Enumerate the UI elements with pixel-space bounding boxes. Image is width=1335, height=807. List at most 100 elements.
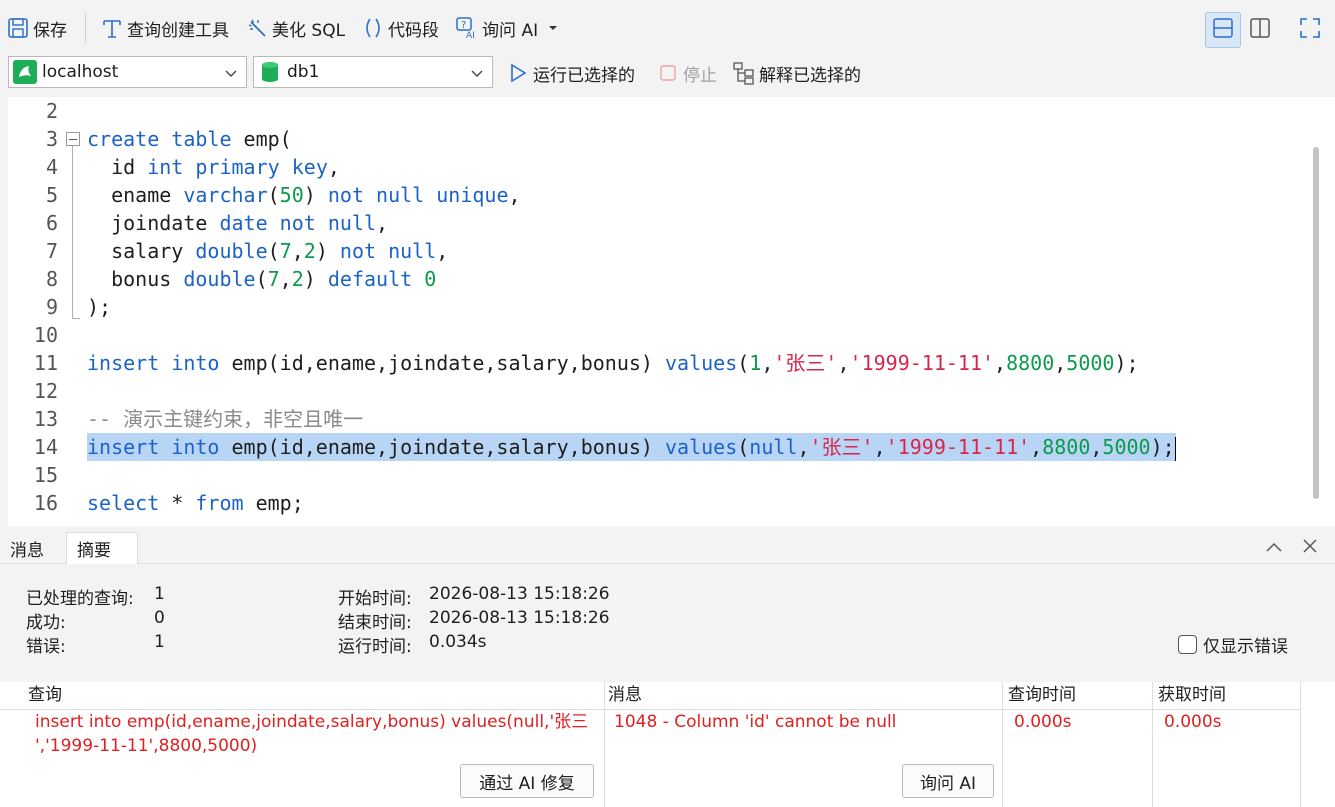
tab-summary-label: 摘要 [77, 541, 111, 561]
fix-with-ai-button[interactable]: 通过 AI 修复 [460, 764, 594, 798]
parentheses-icon [361, 16, 385, 40]
column-header-query-time[interactable]: 查询时间 [980, 682, 1076, 709]
query-builder-icon [100, 16, 124, 40]
code-text: select * from emp; [87, 491, 304, 515]
code-line[interactable]: 16 select * from emp; [8, 489, 1303, 517]
line-number: 6 [45, 211, 58, 235]
code-text: ); [87, 295, 112, 319]
code-text: insert into emp(id,ename,joindate,salary… [87, 433, 1176, 461]
tab-summary[interactable]: 摘要 [66, 532, 138, 564]
connection-select[interactable]: localhost [8, 56, 247, 88]
connection-toolbar: localhost db1 运行已选择的 停止 解释已选择的 [0, 56, 1335, 90]
code-line[interactable]: 9); [8, 293, 1303, 321]
success-label: 成功: [26, 613, 66, 633]
ask-ai-icon: ? AI [455, 16, 479, 40]
svg-text:AI: AI [466, 31, 475, 40]
line-number: 9 [45, 295, 58, 319]
run-time-label: 运行时间: [338, 637, 412, 657]
column-header-message[interactable]: 消息 [580, 682, 642, 709]
result-message: 1048 - Column 'id' cannot be null [614, 712, 897, 732]
line-number: 14 [33, 435, 58, 459]
run-selected-button[interactable]: 运行已选择的 [506, 58, 635, 88]
database-value: db1 [287, 62, 320, 82]
code-line[interactable]: 8 bonus double(7,2) default 0 [8, 265, 1303, 293]
code-line[interactable]: 3 create table emp( [8, 125, 1303, 153]
collapse-panel-button[interactable] [1263, 537, 1285, 559]
layout-split-horizontal-button[interactable] [1205, 12, 1241, 48]
column-divider [1002, 682, 1003, 807]
code-snippet-button[interactable]: 代码段 [355, 11, 445, 45]
ask-ai-result-button[interactable]: 询问 AI [902, 764, 994, 798]
code-line[interactable]: 11 insert into emp(id,ename,joindate,sala… [8, 349, 1303, 377]
beautify-sql-button[interactable]: 美化 SQL [239, 11, 351, 45]
mysql-icon [13, 60, 37, 84]
line-number: 7 [45, 239, 58, 263]
text-cursor [1174, 436, 1176, 461]
fullscreen-button[interactable] [1293, 12, 1327, 48]
only-errors-checkbox[interactable]: 仅显示错误 [1178, 632, 1288, 657]
sql-editor[interactable]: 2 3 create table emp(4 id int primary key,… [8, 97, 1303, 526]
code-line[interactable]: 10 [8, 321, 1303, 349]
tab-messages-label: 消息 [10, 540, 44, 561]
line-number: 15 [33, 463, 58, 487]
column-header-fetch-time[interactable]: 获取时间 [1130, 682, 1226, 709]
beautify-sql-label: 美化 SQL [272, 20, 346, 41]
error-label: 错误: [26, 637, 66, 657]
column-divider [1300, 682, 1301, 807]
code-line[interactable]: 4 id int primary key, [8, 153, 1303, 181]
processed-value: 1 [154, 584, 165, 604]
result-fetch-time: 0.000s [1164, 712, 1222, 732]
editor-scrollbar[interactable] [1303, 97, 1335, 526]
fold-guide-line [72, 146, 73, 318]
fold-toggle-icon[interactable] [66, 132, 80, 146]
save-icon [6, 16, 30, 40]
layout-split-vertical-button[interactable] [1243, 12, 1277, 48]
code-text: -- 演示主键约束，非空且唯一 [87, 407, 364, 431]
ask-ai-button[interactable]: ? AI 询问 AI [449, 11, 564, 45]
end-time-label: 结束时间: [338, 613, 412, 633]
code-line[interactable]: 5 ename varchar(50) not null unique, [8, 181, 1303, 209]
code-line[interactable]: 15 [8, 461, 1303, 489]
close-panel-button[interactable] [1299, 537, 1321, 559]
split-vertical-icon [1249, 17, 1271, 44]
code-line[interactable]: 7 salary double(7,2) not null, [8, 237, 1303, 265]
end-time-value: 2026-08-13 15:18:26 [429, 608, 610, 628]
line-number: 2 [45, 99, 58, 123]
code-line[interactable]: 12 [8, 377, 1303, 405]
chevron-down-icon [470, 65, 484, 79]
database-icon [258, 60, 282, 84]
code-line[interactable]: 2 [8, 97, 1303, 125]
save-button[interactable]: 保存 [0, 11, 73, 45]
code-text: ename varchar(50) not null unique, [87, 183, 521, 207]
explain-selected-button[interactable]: 解释已选择的 [732, 58, 861, 88]
only-errors-label: 仅显示错误 [1203, 637, 1288, 657]
ask-ai-label: 询问 AI [482, 20, 539, 41]
code-text: bonus double(7,2) default 0 [87, 267, 437, 291]
checkbox-box[interactable] [1178, 635, 1197, 654]
scrollbar-thumb[interactable] [1313, 147, 1319, 499]
line-number: 10 [33, 323, 58, 347]
run-selected-label: 运行已选择的 [533, 65, 635, 86]
code-line[interactable]: 6 joindate date not null, [8, 209, 1303, 237]
database-select[interactable]: db1 [253, 56, 493, 88]
close-icon [1302, 538, 1318, 559]
result-tabs: 消息 摘要 [0, 532, 1335, 564]
code-text: id int primary key, [87, 155, 340, 179]
magic-wand-icon [245, 16, 269, 40]
code-line[interactable]: 14 insert into emp(id,ename,joindate,sala… [8, 433, 1303, 461]
result-query-line2: ','1999-11-11',8800,5000) [35, 736, 258, 756]
code-text: insert into emp(id,ename,joindate,salary… [87, 351, 1139, 375]
line-number: 13 [33, 407, 58, 431]
column-header-query[interactable]: 查询 [0, 682, 604, 709]
code-line[interactable]: 13 -- 演示主键约束，非空且唯一 [8, 405, 1303, 433]
stop-button[interactable]: 停止 [656, 58, 717, 88]
code-text: joindate date not null, [87, 211, 389, 235]
query-builder-button[interactable]: 查询创建工具 [94, 11, 235, 45]
save-label: 保存 [33, 20, 67, 41]
result-query-time: 0.000s [1014, 712, 1072, 732]
chevron-down-icon[interactable] [548, 24, 558, 32]
stop-icon [656, 61, 680, 85]
start-time-label: 开始时间: [338, 589, 412, 609]
tab-messages[interactable]: 消息 [0, 532, 54, 564]
summary-panel [0, 564, 1335, 682]
